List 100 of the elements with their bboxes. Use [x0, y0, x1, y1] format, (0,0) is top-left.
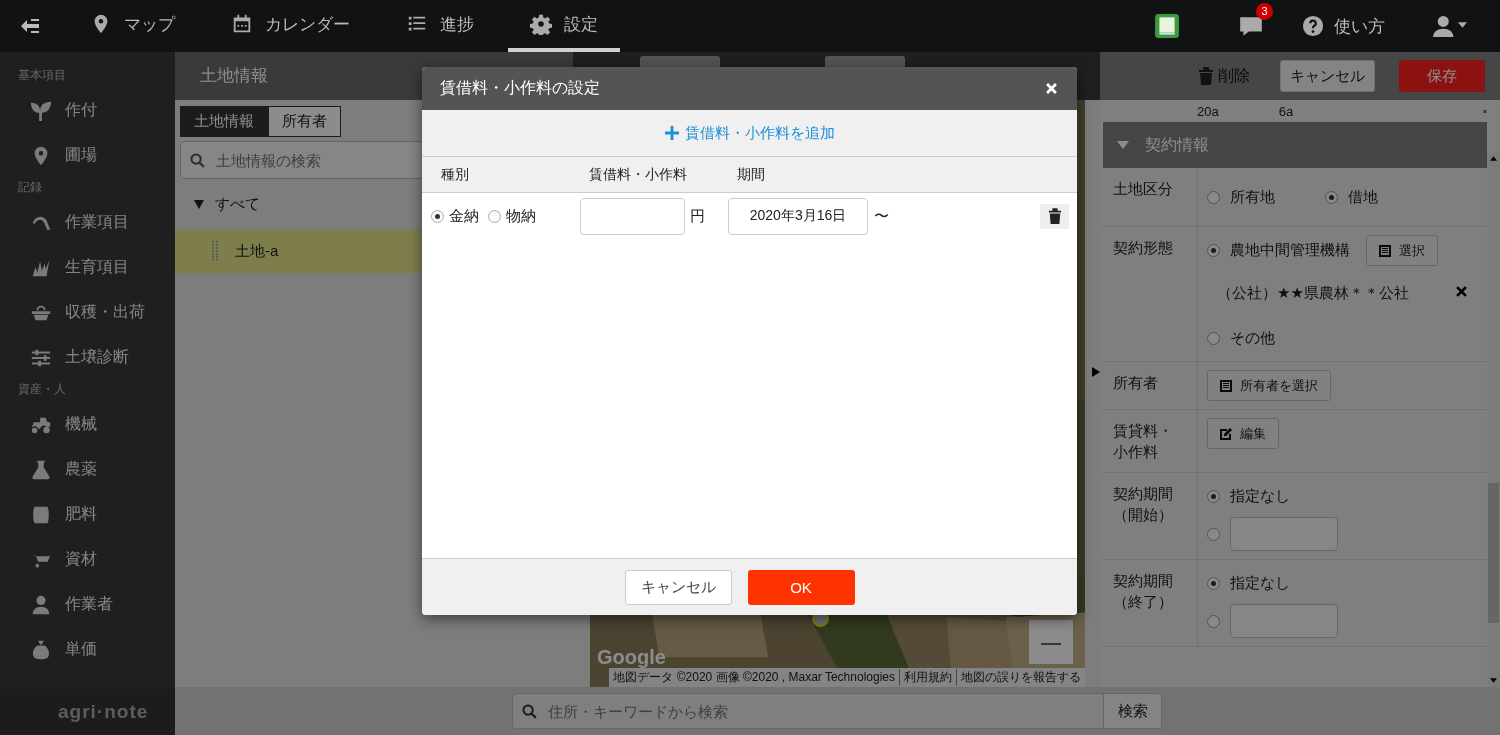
radio-button[interactable] [1207, 576, 1220, 590]
range-mark: 〜 [874, 206, 889, 226]
sidebar-item[interactable]: 土壌診断 [0, 335, 175, 380]
panel-tab[interactable]: 所有者 [268, 106, 341, 137]
radio-label: 金納 [449, 206, 479, 226]
cancel-button[interactable]: キャンセル [624, 569, 732, 605]
notification-badge: 3 [1256, 3, 1273, 20]
search-button[interactable]: 検索 [1104, 693, 1162, 729]
delete-row-button[interactable] [1040, 203, 1069, 229]
attribution-text: 地図データ ©2020 画像 ©2020 , Maxar Technologies [613, 669, 895, 686]
select-owner-button[interactable]: 所有者を選択 [1207, 370, 1331, 401]
calendar-icon [231, 13, 253, 35]
radio-button[interactable] [1207, 527, 1220, 541]
settings-icon [530, 13, 552, 35]
tree-label: すべて [215, 194, 260, 214]
sidebar-heading: 記録 [17, 179, 43, 196]
nav-tab[interactable]: カレンダー [209, 0, 372, 52]
radio-label: 所有地 [1230, 187, 1275, 207]
sidebar-heading: 基本項目 [17, 67, 67, 84]
user-menu-icon[interactable] [1433, 15, 1470, 37]
edit-button[interactable]: 編集 [1207, 418, 1279, 449]
radio-button[interactable] [1207, 190, 1220, 204]
radio-label: 農地中間管理機構 [1230, 241, 1350, 260]
radio-label: 指定なし [1230, 486, 1290, 506]
table-cell: 20a [1197, 103, 1219, 119]
address-search-field[interactable]: 住所・キーワードから検索 [512, 693, 1104, 729]
sidebar-item[interactable]: 資材 [0, 537, 175, 582]
sidebar-item[interactable]: 作付 [0, 88, 175, 133]
nav-tab[interactable]: 進捗 [384, 0, 496, 52]
sidebar-item[interactable]: 単価 [0, 627, 175, 672]
expand-caret-icon [1117, 141, 1129, 149]
sprout-icon [30, 99, 52, 122]
expand-caret-icon [193, 198, 205, 210]
radio-button[interactable] [431, 209, 444, 223]
search-input[interactable]: 住所・キーワードから検索 [546, 701, 1103, 721]
field-label: 所有者 [1103, 362, 1198, 409]
scroll-down-icon[interactable] [1490, 678, 1497, 683]
field-label: 賃貸料・小作料 [1103, 410, 1198, 472]
selected-organization: （公社）★★県農林＊＊公社 [1217, 283, 1410, 303]
date-field[interactable]: 2020年3月16日 [728, 197, 868, 235]
radio-button[interactable] [488, 209, 501, 223]
money-bag-icon [30, 638, 52, 661]
section-header[interactable]: 契約情報 [1103, 122, 1487, 168]
panel-tab[interactable]: 土地情報 [180, 106, 268, 137]
column-header: 賃借料・小作料 [589, 165, 688, 184]
field-label: 契約期間（開始） [1103, 473, 1198, 559]
list-icon [1379, 244, 1391, 257]
radio-button[interactable] [1207, 489, 1220, 503]
book-icon[interactable] [1154, 13, 1180, 39]
help-link[interactable]: 使い方 [1302, 14, 1385, 38]
section-title: 契約情報 [1145, 134, 1209, 155]
radio-button[interactable] [1325, 190, 1338, 204]
tree-label: 土地-a [235, 241, 279, 261]
flask-icon [30, 458, 52, 481]
edit-icon [1220, 427, 1232, 440]
sidebar-item[interactable]: 農薬 [0, 447, 175, 492]
date-field[interactable] [1230, 517, 1338, 551]
sidebar-item[interactable]: 作業者 [0, 582, 175, 627]
map-link[interactable]: 地図の誤りを報告する [956, 669, 1081, 686]
nav-tab[interactable]: マップ [68, 0, 197, 52]
cancel-button[interactable]: キャンセル [1280, 60, 1375, 92]
map-logo: Google [597, 646, 666, 669]
close-icon[interactable] [1046, 83, 1057, 94]
person-icon [30, 593, 52, 616]
radio-label: 指定なし [1230, 573, 1290, 593]
save-button[interactable]: 保存 [1399, 60, 1485, 92]
drag-handle-icon[interactable] [211, 240, 219, 262]
trash-icon [1198, 67, 1214, 85]
ok-button[interactable]: OK [747, 569, 855, 605]
date-field[interactable] [1230, 604, 1338, 638]
radio-button[interactable] [1207, 614, 1220, 628]
zoom-out-button[interactable]: — [1029, 620, 1073, 664]
select-button[interactable]: 選択 [1366, 235, 1438, 266]
radio-button[interactable] [1207, 331, 1220, 345]
remove-icon[interactable] [1456, 286, 1467, 297]
radio-label: 物納 [506, 206, 536, 226]
search-icon [521, 702, 538, 720]
plus-icon [664, 126, 679, 140]
map-link[interactable]: 利用規約 [899, 669, 952, 686]
radio-label: 借地 [1348, 187, 1378, 207]
sidebar-item[interactable]: 機械 [0, 402, 175, 447]
sidebar-item[interactable]: 肥料 [0, 492, 175, 537]
help-icon [1302, 15, 1324, 37]
unit-label: 円 [690, 206, 705, 226]
sidebar-item[interactable]: 収穫・出荷 [0, 290, 175, 335]
list-icon [1220, 379, 1232, 392]
sidebar-item[interactable]: 作業項目 [0, 200, 175, 245]
column-header: 期間 [737, 165, 765, 184]
search-icon [189, 151, 206, 169]
field-label: 土地区分 [1103, 168, 1198, 226]
radio-label: その他 [1230, 328, 1275, 348]
sidebar-heading: 資産・人 [17, 381, 67, 398]
amount-field[interactable] [580, 197, 685, 235]
add-link[interactable]: 賃借料・小作料を追加 [664, 123, 835, 143]
sidebar-item[interactable]: 圃場 [0, 133, 175, 178]
radio-button[interactable] [1207, 244, 1220, 257]
scroll-up-icon[interactable] [1490, 156, 1497, 161]
table-cell: 6a [1278, 103, 1294, 119]
sidebar-item[interactable]: 生育項目 [0, 245, 175, 290]
scrollbar-thumb[interactable] [1488, 483, 1499, 623]
